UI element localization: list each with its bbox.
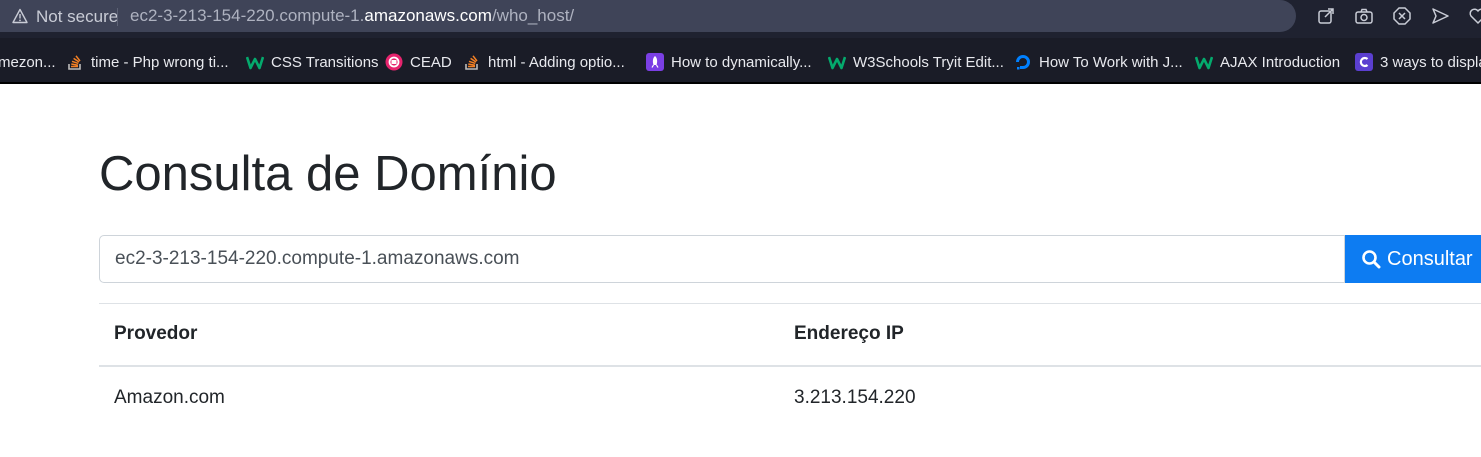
bookmark-item[interactable]: AJAX Introduction xyxy=(1195,52,1340,72)
stackoverflow-icon xyxy=(68,55,81,70)
bookmark-label: AJAX Introduction xyxy=(1220,53,1341,71)
bookmark-item[interactable]: CEAD xyxy=(385,52,452,72)
security-label[interactable]: Not secure xyxy=(36,7,118,27)
w3schools-icon xyxy=(1195,56,1213,70)
heart-icon[interactable] xyxy=(1468,6,1481,26)
browser-toolbar: Not secure ec2-3-213-154-220.compute-1.a… xyxy=(0,0,1481,38)
bookmark-label: How To Work with J... xyxy=(1039,53,1183,71)
column-header-ip: Endereço IP xyxy=(794,323,904,345)
w3schools-icon xyxy=(246,56,264,70)
bookmark-label: html - Adding optio... xyxy=(488,53,625,71)
bookmark-item[interactable]: mezon... xyxy=(0,52,56,72)
bookmark-item[interactable]: CSS Transitions xyxy=(246,52,379,72)
address-bar[interactable]: Not secure ec2-3-213-154-220.compute-1.a… xyxy=(0,0,1296,32)
bookmark-item[interactable]: W3Schools Tryit Edit... xyxy=(828,52,1004,72)
table-header-row: Provedor Endereço IP xyxy=(99,303,1481,366)
send-icon[interactable] xyxy=(1430,6,1450,26)
rocket-icon xyxy=(646,53,664,71)
camera-icon[interactable] xyxy=(1354,6,1374,26)
column-header-provedor: Provedor xyxy=(114,323,198,345)
url-domain: amazonaws.com xyxy=(364,6,492,25)
bookmark-label: How to dynamically... xyxy=(671,53,812,71)
consultar-button[interactable]: Consultar xyxy=(1345,235,1481,283)
url-prefix: ec2-3-213-154-220.compute-1. xyxy=(130,6,365,25)
bookmark-label: time - Php wrong ti... xyxy=(91,53,229,71)
results-table: Provedor Endereço IP Amazon.com 3.213.15… xyxy=(99,303,1481,429)
warning-icon xyxy=(12,8,28,24)
bookmarks-bar: mezon... time - Php wrong ti... CSS Tran… xyxy=(0,38,1481,84)
bookmark-item[interactable]: How to dynamically... xyxy=(646,52,812,72)
bookmark-item[interactable]: 3 ways to displa xyxy=(1355,52,1481,72)
divider xyxy=(0,82,1481,84)
bookmark-item[interactable]: html - Adding optio... xyxy=(463,52,625,72)
bookmark-label: 3 ways to displa xyxy=(1380,53,1481,71)
w3schools-icon xyxy=(828,56,846,70)
table-row: Amazon.com 3.213.154.220 xyxy=(99,366,1481,429)
adblock-icon[interactable] xyxy=(1392,6,1412,26)
bookmark-site-icon xyxy=(1355,53,1373,71)
cead-icon xyxy=(385,53,403,71)
page-title: Consulta de Domínio xyxy=(99,147,557,201)
bookmark-item[interactable]: time - Php wrong ti... xyxy=(66,52,229,72)
url-path: /who_host/ xyxy=(491,6,575,25)
share-icon[interactable] xyxy=(1316,6,1336,26)
bookmark-label: mezon... xyxy=(0,53,56,71)
stackoverflow-icon xyxy=(465,55,478,70)
bookmark-label: CEAD xyxy=(410,53,452,71)
toolbar-icons xyxy=(1316,6,1481,26)
cell-ip-address: 3.213.154.220 xyxy=(794,386,916,408)
digitalocean-icon xyxy=(1016,55,1030,70)
bookmark-label: CSS Transitions xyxy=(271,53,379,71)
search-icon xyxy=(1362,250,1381,269)
consultar-button-label: Consultar xyxy=(1387,247,1473,270)
divider xyxy=(117,8,118,26)
cell-provider: Amazon.com xyxy=(114,386,225,408)
domain-search-input[interactable] xyxy=(99,235,1345,283)
bookmark-label: W3Schools Tryit Edit... xyxy=(853,53,1004,71)
bookmark-item[interactable]: How To Work with J... xyxy=(1014,52,1183,72)
url-text[interactable]: ec2-3-213-154-220.compute-1.amazonaws.co… xyxy=(130,6,574,26)
